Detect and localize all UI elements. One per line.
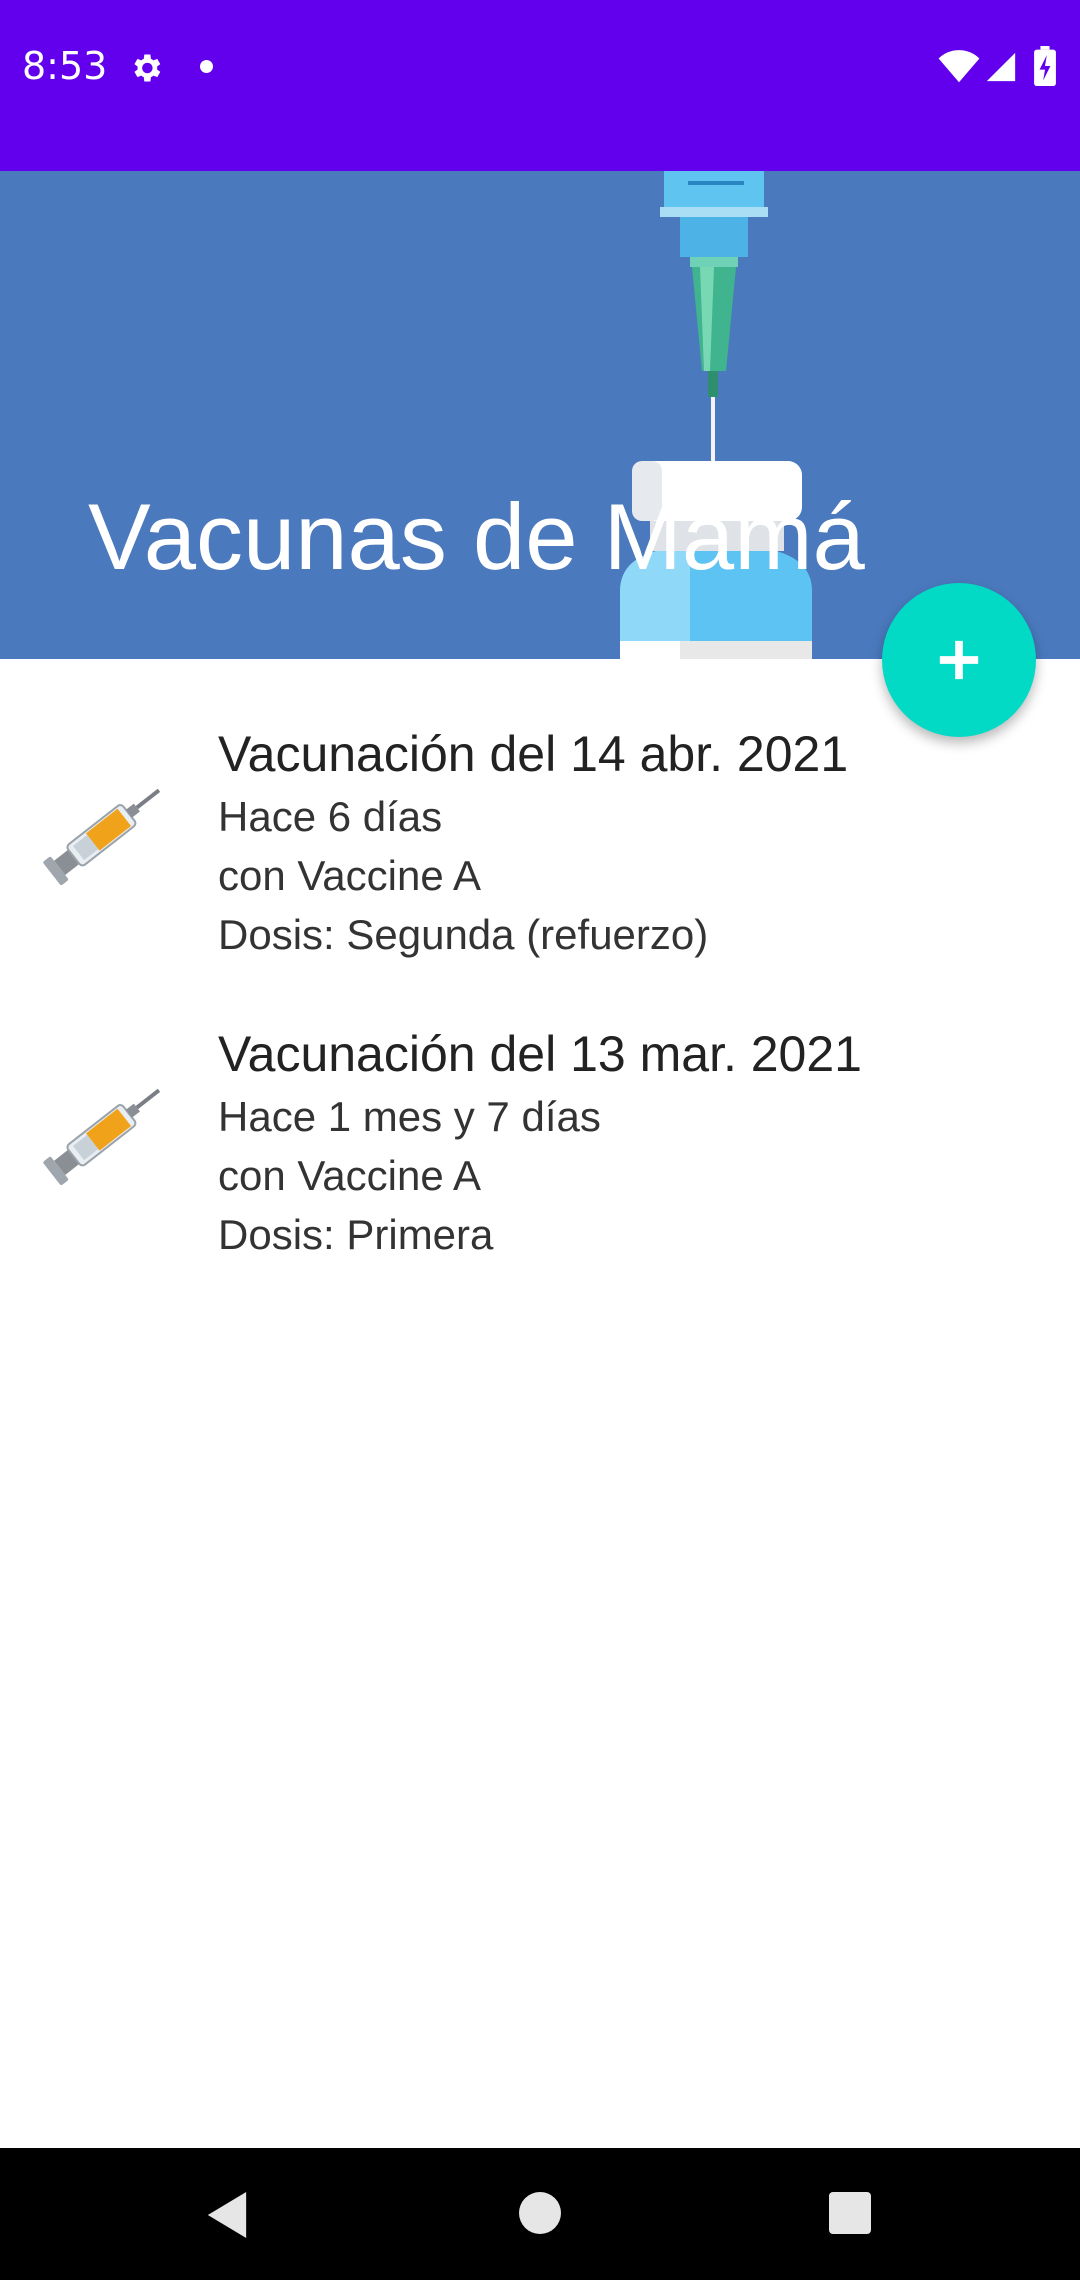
vaccination-dose: Dosis: Primera [218,1211,494,1258]
vaccination-title: Vacunación del 13 mar. 2021 [218,1026,862,1082]
home-icon[interactable] [519,2192,561,2234]
vaccination-dose: Dosis: Segunda (refuerzo) [218,911,709,958]
cell-signal-icon [986,52,1016,82]
recents-icon[interactable] [829,2192,871,2234]
notification-dot-icon [200,60,213,73]
vaccination-vaccine: con Vaccine A [218,1152,482,1199]
wifi-icon [938,50,980,83]
plus-icon [939,640,979,680]
syringe-icon [43,788,161,886]
collapsing-header: Vacunas de Mamá [0,171,1080,659]
vaccination-elapsed: Hace 1 mes y 7 días [218,1093,601,1140]
page-title: Vacunas de Mamá [88,484,865,589]
syringe-icon [43,1088,161,1186]
status-time: 8:53 [22,44,108,88]
status-bar: 8:53 [0,0,1080,171]
system-nav-bar [0,2148,1080,2280]
battery-charging-icon [1034,46,1056,86]
list-item[interactable]: Vacunación del 14 abr. 2021 Hace 6 días … [0,689,1080,989]
gear-icon [134,54,161,82]
back-icon[interactable] [204,2190,250,2240]
vaccination-vaccine: con Vaccine A [218,852,482,899]
vaccination-elapsed: Hace 6 días [218,793,443,840]
vaccination-title: Vacunación del 14 abr. 2021 [218,726,849,782]
list-item[interactable]: Vacunación del 13 mar. 2021 Hace 1 mes y… [0,989,1080,1289]
